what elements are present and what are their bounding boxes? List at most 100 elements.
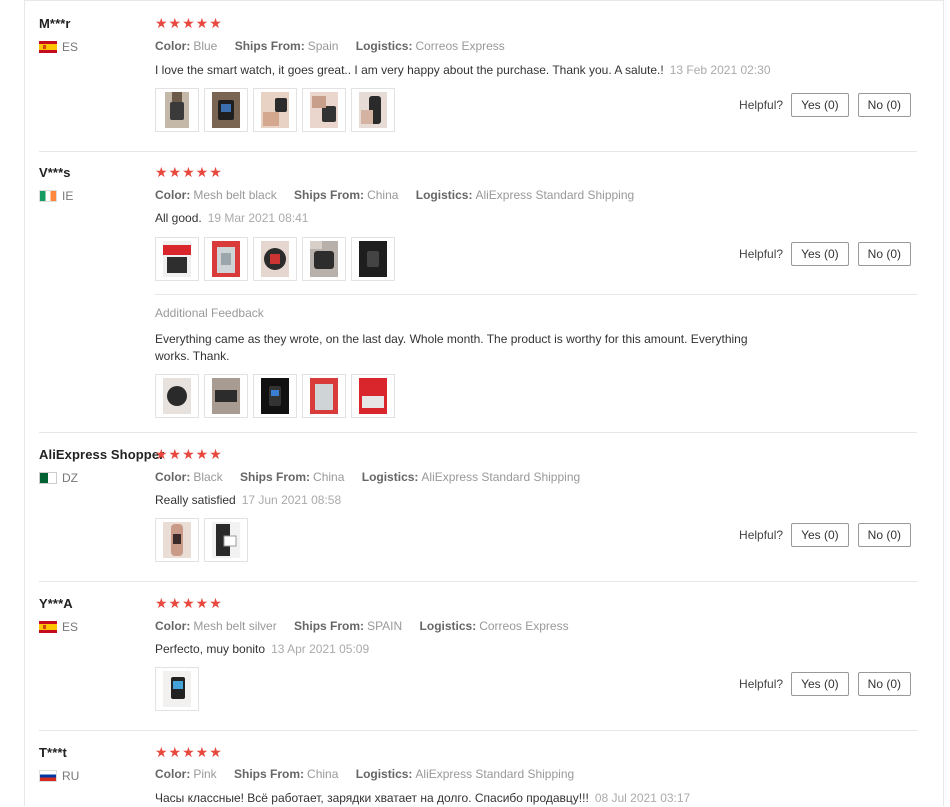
helpful-yes-button[interactable]: Yes (0)	[791, 523, 849, 547]
helpful-controls: Helpful? Yes (0) No (0)	[739, 672, 911, 696]
review-photo[interactable]	[155, 667, 199, 711]
prop-value: Pink	[193, 767, 217, 781]
review-text: Perfecto, muy bonito 13 Apr 2021 05:09	[155, 641, 369, 658]
review-photo[interactable]	[155, 374, 199, 418]
review-properties: Color: Mesh belt black Ships From: China L…	[155, 188, 648, 202]
helpful-label: Helpful?	[739, 677, 784, 691]
review-photo[interactable]	[253, 237, 297, 281]
prop-value: AliExpress Standard Shipping	[421, 470, 581, 484]
review-photo[interactable]	[204, 518, 248, 562]
review-text: All good. 19 Mar 2021 08:41	[155, 210, 308, 227]
prop-value: China	[307, 767, 339, 781]
reviewer-country: DZ	[39, 471, 78, 485]
prop-value: China	[313, 470, 345, 484]
review-photo[interactable]	[302, 374, 346, 418]
helpful-controls: Helpful? Yes (0) No (0)	[739, 523, 911, 547]
helpful-yes-button[interactable]: Yes (0)	[791, 242, 849, 266]
review-photo[interactable]	[351, 374, 395, 418]
review-body: Perfecto, muy bonito	[155, 642, 266, 656]
country-code: ES	[62, 40, 79, 54]
review-date: 19 Mar 2021 08:41	[207, 211, 309, 225]
helpful-no-button[interactable]: No (0)	[857, 93, 911, 117]
review-photos	[155, 667, 199, 711]
additional-feedback-text: Everything came as they wrote, on the la…	[155, 331, 748, 365]
flag-ie-icon	[39, 190, 57, 202]
additional-feedback-title: Additional Feedback	[155, 306, 264, 320]
review-photos	[155, 518, 248, 562]
review-date: 13 Apr 2021 05:09	[271, 642, 370, 656]
review-photo[interactable]	[155, 88, 199, 132]
review-photo[interactable]	[155, 237, 199, 281]
helpful-label: Helpful?	[739, 98, 784, 112]
reviewer-name: AliExpress Shopper	[39, 447, 165, 462]
review-photo[interactable]	[351, 237, 395, 281]
review-body: All good.	[155, 211, 202, 225]
review-properties: Color: Mesh belt silver Ships From: SPAIN …	[155, 619, 583, 633]
review-photo[interactable]	[204, 374, 248, 418]
helpful-yes-button[interactable]: Yes (0)	[791, 93, 849, 117]
reviewer-country: ES	[39, 40, 78, 54]
flag-es-icon	[39, 41, 57, 53]
review-photo[interactable]	[302, 237, 346, 281]
reviewer-name: T***t	[39, 745, 67, 760]
review-date: 08 Jul 2021 03:17	[594, 791, 691, 805]
review-divider	[39, 581, 917, 582]
review-photo[interactable]	[204, 88, 248, 132]
helpful-no-button[interactable]: No (0)	[857, 672, 911, 696]
helpful-no-button[interactable]: No (0)	[857, 242, 911, 266]
prop-key: Logistics:	[355, 39, 413, 53]
star-rating: ★★★★★	[155, 744, 223, 760]
reviews-panel: M***r ES ★★★★★ Color: Blue Ships From: Spa…	[24, 0, 944, 806]
additional-photos	[155, 374, 395, 418]
prop-value: AliExpress Standard Shipping	[475, 188, 635, 202]
review-photo[interactable]	[253, 88, 297, 132]
flag-ru-icon	[39, 770, 57, 782]
review-text: Really satisfied 17 Jun 2021 08:58	[155, 492, 341, 509]
prop-value: Blue	[193, 39, 218, 53]
prop-key: Color:	[155, 470, 191, 484]
prop-key: Color:	[155, 619, 191, 633]
review-divider	[39, 432, 917, 433]
prop-value: Correos Express	[479, 619, 569, 633]
review-properties: Color: Blue Ships From: Spain Logistics: Co…	[155, 39, 519, 53]
prop-value: Spain	[307, 39, 339, 53]
prop-value: AliExpress Standard Shipping	[415, 767, 575, 781]
helpful-label: Helpful?	[739, 528, 784, 542]
review-photo[interactable]	[351, 88, 395, 132]
prop-value: SPAIN	[367, 619, 403, 633]
prop-value: Mesh belt silver	[193, 619, 277, 633]
prop-key: Ships From:	[294, 188, 365, 202]
reviewer-country: IE	[39, 189, 73, 203]
reviewer-name: Y***A	[39, 596, 73, 611]
prop-key: Logistics:	[415, 188, 473, 202]
helpful-controls: Helpful? Yes (0) No (0)	[739, 93, 911, 117]
prop-key: Logistics:	[361, 470, 419, 484]
country-code: ES	[62, 620, 79, 634]
prop-key: Color:	[155, 767, 191, 781]
prop-key: Ships From:	[234, 39, 305, 53]
star-rating: ★★★★★	[155, 446, 223, 462]
review-photo[interactable]	[253, 374, 297, 418]
review-photo[interactable]	[302, 88, 346, 132]
prop-value: Correos Express	[415, 39, 505, 53]
review-text: I love the smart watch, it goes great.. …	[155, 62, 771, 79]
prop-key: Color:	[155, 188, 191, 202]
review-body: Часы классные! Всё работает, зарядки хва…	[155, 791, 589, 805]
reviewer-name: V***s	[39, 165, 71, 180]
prop-key: Ships From:	[294, 619, 365, 633]
helpful-yes-button[interactable]: Yes (0)	[791, 672, 849, 696]
star-rating: ★★★★★	[155, 164, 223, 180]
review-photos	[155, 237, 395, 281]
helpful-label: Helpful?	[739, 247, 784, 261]
additional-text-line: Everything came as they wrote, on the la…	[155, 332, 748, 346]
prop-value: Mesh belt black	[193, 188, 277, 202]
review-photo[interactable]	[155, 518, 199, 562]
prop-key: Color:	[155, 39, 191, 53]
review-photo[interactable]	[204, 237, 248, 281]
prop-key: Logistics:	[419, 619, 477, 633]
review-date: 17 Jun 2021 08:58	[241, 493, 342, 507]
additional-text-line: works. Thank.	[155, 349, 230, 363]
review-properties: Color: Pink Ships From: China Logistics: Al…	[155, 767, 588, 781]
helpful-no-button[interactable]: No (0)	[857, 523, 911, 547]
prop-key: Ships From:	[240, 470, 311, 484]
